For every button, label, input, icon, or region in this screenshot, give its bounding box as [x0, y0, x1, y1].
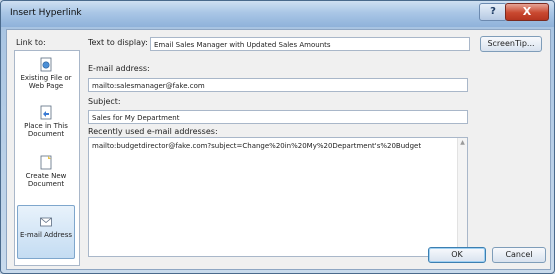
list-item[interactable]: mailto:budgetdirector@fake.com?subject=C… [92, 142, 421, 150]
new-document-icon [40, 155, 52, 170]
subject-label: Subject: [88, 97, 121, 106]
recent-emails-list[interactable]: mailto:budgetdirector@fake.com?subject=C… [88, 137, 468, 257]
link-to-create-new-document[interactable]: Create New Document [17, 155, 75, 188]
help-button[interactable]: ? [479, 3, 507, 21]
link-to-place-in-document-line2: Document [27, 130, 65, 138]
link-to-email-address[interactable]: E-mail Address [17, 205, 75, 259]
title-bar[interactable]: Insert Hyperlink ? X [1, 1, 554, 27]
screentip-button[interactable]: ScreenTip... [480, 36, 542, 52]
email-address-label: E-mail address: [88, 64, 150, 73]
close-button[interactable]: X [505, 3, 549, 21]
link-to-existing-file-line1: Existing File or [20, 74, 72, 82]
link-to-existing-file[interactable]: Existing File or Web Page [17, 57, 75, 90]
insert-hyperlink-dialog: Insert Hyperlink ? X Link to: Existing F… [0, 0, 555, 274]
link-to-place-in-document-line1: Place in This [24, 122, 68, 130]
link-to-create-new-document-line2: Document [27, 180, 65, 188]
link-to-label: Link to: [16, 38, 46, 47]
link-to-bar: Existing File or Web Page Place in This … [14, 50, 80, 266]
text-to-display-input[interactable]: Email Sales Manager with Updated Sales A… [150, 37, 470, 51]
text-to-display-label: Text to display: [88, 38, 148, 47]
recent-emails-label: Recently used e-mail addresses: [88, 127, 218, 136]
globe-file-icon [40, 57, 52, 72]
dialog-body: Link to: Existing File or Web Page Place… [6, 29, 551, 270]
dialog-title: Insert Hyperlink [10, 8, 82, 18]
link-to-place-in-document[interactable]: Place in This Document [17, 105, 75, 138]
email-address-input[interactable]: mailto:salesmanager@fake.com [88, 78, 468, 92]
subject-input[interactable]: Sales for My Department [88, 110, 468, 124]
cancel-button[interactable]: Cancel [492, 247, 546, 263]
list-scrollbar[interactable]: ▲ ▼ [457, 138, 467, 256]
link-to-email-address-line1: E-mail Address [19, 231, 73, 239]
email-icon [40, 217, 52, 227]
scroll-up-arrow-icon[interactable]: ▲ [459, 139, 466, 146]
ok-button[interactable]: OK [428, 247, 486, 263]
place-in-document-icon [40, 105, 52, 120]
link-to-create-new-document-line1: Create New [25, 172, 67, 180]
link-to-existing-file-line2: Web Page [28, 82, 64, 90]
